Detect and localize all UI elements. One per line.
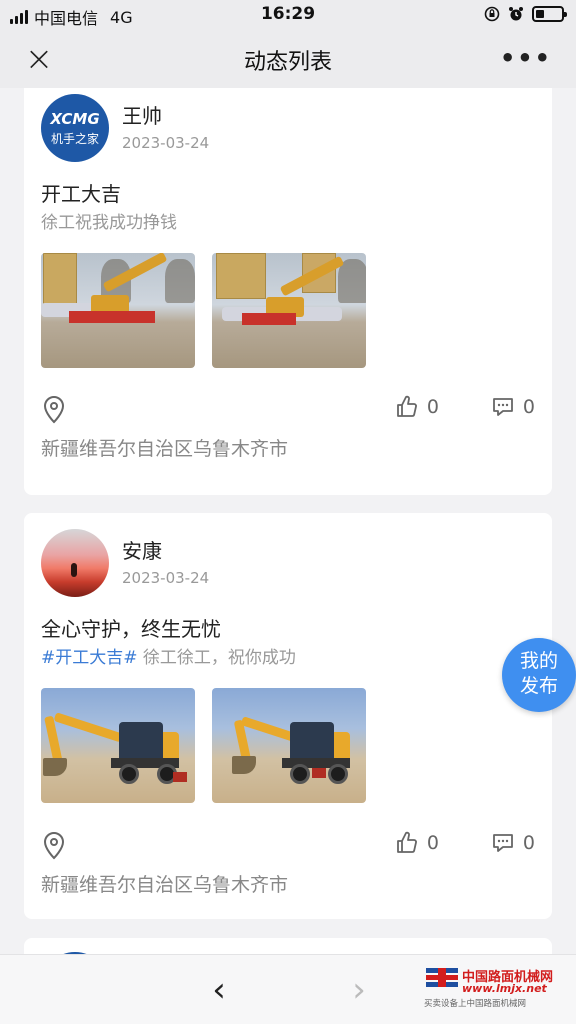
watermark-url: www.lmjx.net: [462, 982, 547, 995]
page-title: 动态列表: [243, 50, 332, 75]
photo-grid: [41, 253, 366, 368]
photo-grid: [41, 688, 366, 803]
alarm-icon: [509, 7, 523, 21]
post-tag[interactable]: #开工大吉#: [41, 648, 138, 668]
avatar-brand-text: XCMG: [50, 109, 100, 128]
watermark: 中国路面机械网 www.lmjx.net 买卖设备上中国路面机械网: [424, 966, 570, 1012]
like-count: 0: [426, 396, 439, 418]
avatar[interactable]: XCMG 机手之家: [41, 94, 109, 162]
avatar[interactable]: [41, 529, 109, 597]
battery-level: [536, 10, 544, 18]
status-right: [484, 6, 567, 22]
comment-button[interactable]: 0: [491, 395, 535, 419]
post-date: 2023-03-24: [122, 134, 210, 152]
location-pin-icon: [43, 395, 65, 424]
status-bar: 中国电信 4G 16:29: [0, 0, 576, 30]
my-posts-button[interactable]: 我的 发布: [502, 638, 576, 712]
location-pin-icon: [43, 831, 65, 860]
post-card[interactable]: 安康 2023-03-24 全心守护，终生无忧 #开工大吉# 徐工徐工，祝你成功: [24, 513, 552, 919]
more-icon[interactable]: •••: [500, 44, 552, 72]
post-meta-row: 0 0: [41, 831, 535, 861]
comment-button[interactable]: 0: [491, 831, 535, 855]
feed-list[interactable]: XCMG 机手之家 王帅 2023-03-24 开工大吉 徐工祝我成功挣钱 0 …: [0, 88, 576, 954]
chevron-right-icon[interactable]: ›: [344, 973, 374, 1007]
battery-icon: [532, 6, 567, 22]
post-photo[interactable]: [212, 688, 366, 803]
comment-count: 0: [522, 832, 535, 854]
post-photo[interactable]: [41, 253, 195, 368]
post-body: 徐工祝我成功挣钱: [41, 208, 177, 233]
post-card[interactable]: XCMG 机手之家 王帅 2023-03-24 开工大吉 徐工祝我成功挣钱 0 …: [24, 88, 552, 495]
watermark-subtitle: 买卖设备上中国路面机械网: [424, 999, 527, 1009]
post-location: 新疆维吾尔自治区乌鲁木齐市: [41, 874, 289, 896]
post-body-text: 徐工徐工，祝你成功: [137, 648, 296, 668]
fab-line1: 我的: [519, 650, 558, 672]
post-body: #开工大吉# 徐工徐工，祝你成功: [41, 643, 296, 668]
comment-count: 0: [522, 396, 535, 418]
comment-icon: [493, 398, 513, 416]
post-title: 全心守护，终生无忧: [41, 617, 221, 641]
nav-bar: × 动态列表 •••: [0, 30, 576, 88]
post-meta-row: 0 0: [41, 395, 535, 425]
like-button[interactable]: 0: [395, 395, 439, 419]
watermark-logo-icon: [426, 968, 458, 987]
avatar-brand-subtext: 机手之家: [50, 131, 99, 146]
comment-icon: [493, 834, 513, 852]
chevron-left-icon[interactable]: ‹: [204, 973, 234, 1007]
thumbs-up-icon: [397, 395, 417, 417]
author-name[interactable]: 王帅: [122, 100, 162, 129]
like-button[interactable]: 0: [395, 831, 439, 855]
lock-rotation-icon: [484, 6, 500, 22]
post-photo[interactable]: [212, 253, 366, 368]
post-title: 开工大吉: [41, 182, 121, 206]
fab-line2: 发布: [519, 675, 558, 697]
post-date: 2023-03-24: [122, 569, 210, 587]
like-count: 0: [426, 832, 439, 854]
thumbs-up-icon: [397, 831, 417, 853]
post-body-text: 徐工祝我成功挣钱: [41, 213, 177, 233]
post-card[interactable]: [24, 938, 552, 954]
post-location: 新疆维吾尔自治区乌鲁木齐市: [41, 438, 289, 460]
post-photo[interactable]: [41, 688, 195, 803]
author-name[interactable]: 安康: [122, 535, 162, 564]
